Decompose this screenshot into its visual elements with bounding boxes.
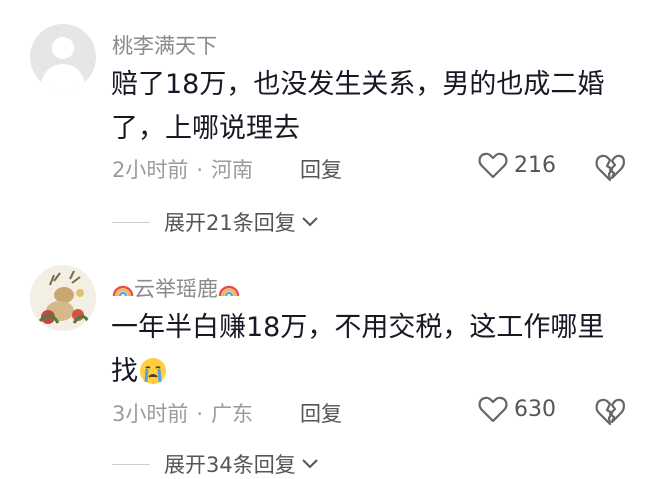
expand-replies-button[interactable]: 展开34条回复	[112, 449, 318, 479]
comment-location: 广东	[211, 402, 254, 426]
divider-line	[112, 221, 150, 223]
heart-outline-icon	[478, 396, 508, 423]
like-count: 216	[514, 152, 556, 178]
heart-outline-icon	[478, 152, 508, 179]
comment-text: 赔了18万，也没发生关系，男的也成二婚了，上哪说理去	[111, 69, 605, 144]
crying-face-emoji	[140, 358, 166, 384]
divider-line	[112, 463, 150, 465]
comment-username[interactable]: 云举瑶鹿	[112, 273, 240, 303]
default-avatar-icon[interactable]	[30, 24, 96, 90]
dislike-button[interactable]	[594, 152, 626, 186]
reply-button[interactable]: 回复	[300, 154, 342, 184]
meta-separator: ·	[196, 158, 204, 182]
username-text: 云举瑶鹿	[134, 277, 218, 301]
like-button[interactable]: 630	[478, 395, 556, 423]
chevron-down-icon	[302, 459, 318, 469]
comment-text: 一年半白赚18万，不用交税，这工作哪里找	[111, 306, 631, 394]
comment-text-body: 一年半白赚18万，不用交税，这工作哪里找	[111, 312, 605, 387]
broken-heart-icon	[595, 154, 625, 182]
chevron-down-icon	[302, 217, 318, 227]
rainbow-emoji	[112, 285, 134, 297]
dislike-button[interactable]	[594, 396, 626, 430]
meta-separator: ·	[196, 402, 204, 426]
broken-heart-icon	[595, 398, 625, 426]
like-button[interactable]: 216	[478, 151, 556, 179]
user-avatar[interactable]	[30, 265, 96, 331]
like-count: 630	[514, 396, 556, 422]
expand-replies-label: 展开34条回复	[164, 453, 296, 477]
expand-replies-label: 展开21条回复	[164, 211, 296, 235]
comment-meta: 3小时前 · 广东	[112, 398, 253, 428]
comment-time: 2小时前	[112, 158, 189, 182]
expand-replies-button[interactable]: 展开21条回复	[112, 207, 318, 237]
comment-meta: 2小时前 · 河南	[112, 154, 253, 184]
comment-location: 河南	[211, 158, 254, 182]
rainbow-emoji	[218, 285, 240, 297]
deer-illustration-icon	[30, 265, 96, 331]
reply-button[interactable]: 回复	[300, 398, 342, 428]
comment-username[interactable]: 桃李满天下	[112, 30, 217, 60]
comment-time: 3小时前	[112, 402, 189, 426]
